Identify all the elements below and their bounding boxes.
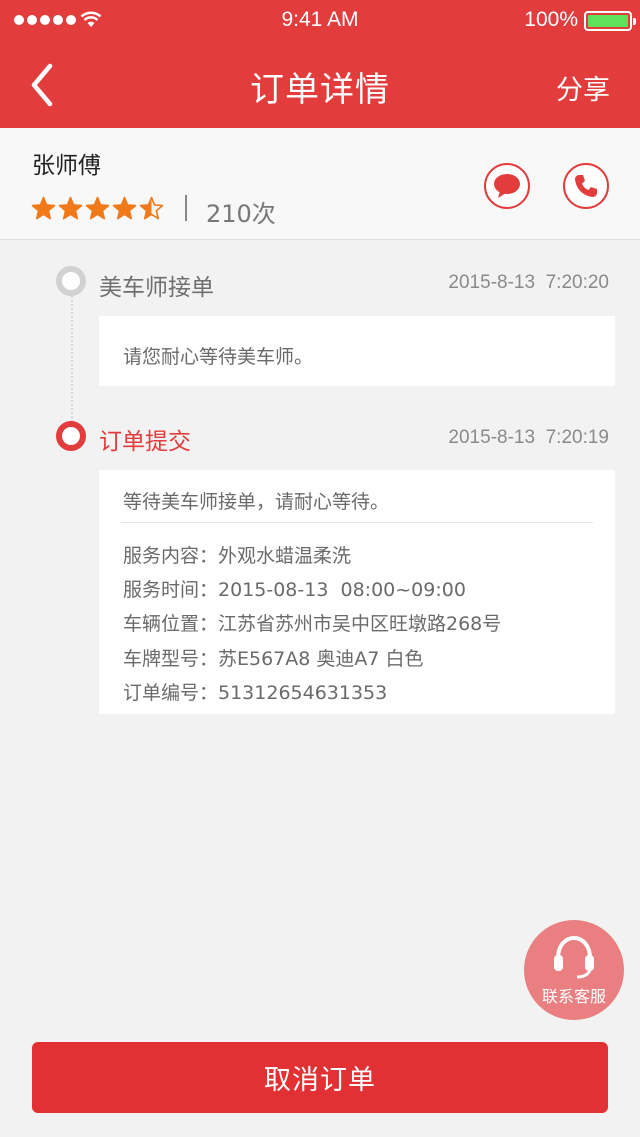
phone-icon [575,175,597,197]
star-full-icon [31,196,56,220]
timeline-connector [71,296,73,422]
detail-plate-model: 车牌型号：苏E567A8 奥迪A7 白色 [123,648,424,670]
order-count: 210次 [206,200,276,228]
timeline-title: 订单提交 [99,429,191,455]
timeline-time: 2015-8-13 7:20:20 [448,272,609,293]
star-full-icon [112,196,137,220]
order-detail-card: 等待美车师接单，请耐心等待。 服务内容：外观水蜡温柔洗 服务时间：2015-08… [99,470,615,714]
chat-bubble-icon [494,174,520,198]
timeline-dot-current [56,421,86,451]
detail-order-number: 订单编号：51312654631353 [123,682,388,704]
star-rating [31,196,164,221]
timeline-message-card: 请您耐心等待美车师。 [99,316,615,386]
page-title: 订单详情 [250,70,390,110]
headset-icon [554,935,594,979]
cancel-order-button[interactable]: 取消订单 [32,1042,608,1113]
star-full-icon [85,196,110,220]
timeline-message: 请您耐心等待美车师。 [123,346,314,368]
divider [185,195,187,221]
driver-name: 张师傅 [32,153,101,179]
battery-percent: 100% [524,8,578,31]
timeline-time: 2015-8-13 7:20:19 [448,427,609,448]
call-button[interactable] [563,163,609,209]
contact-support-label: 联系客服 [541,987,606,1006]
star-half-icon [139,196,164,220]
app-header: 9:41 AM 100% 订单详情 分享 [0,0,640,128]
status-bar: 9:41 AM 100% [0,0,640,40]
share-button[interactable]: 分享 [556,68,610,107]
detail-vehicle-location: 车辆位置：江苏省苏州市吴中区旺墩路268号 [123,613,502,635]
timeline-message: 等待美车师接单，请耐心等待。 [123,491,390,513]
detail-service-content: 服务内容：外观水蜡温柔洗 [123,545,352,567]
message-button[interactable] [484,163,530,209]
driver-card: 张师傅 210次 [0,128,640,240]
detail-service-time: 服务时间：2015-08-13 08:00~09:00 [123,579,466,601]
contact-support-button[interactable]: 联系客服 [524,920,624,1020]
timeline-dot-past [56,266,86,296]
battery-icon [584,11,636,31]
star-full-icon [58,196,83,220]
divider [121,522,593,523]
timeline-title: 美车师接单 [99,275,214,301]
